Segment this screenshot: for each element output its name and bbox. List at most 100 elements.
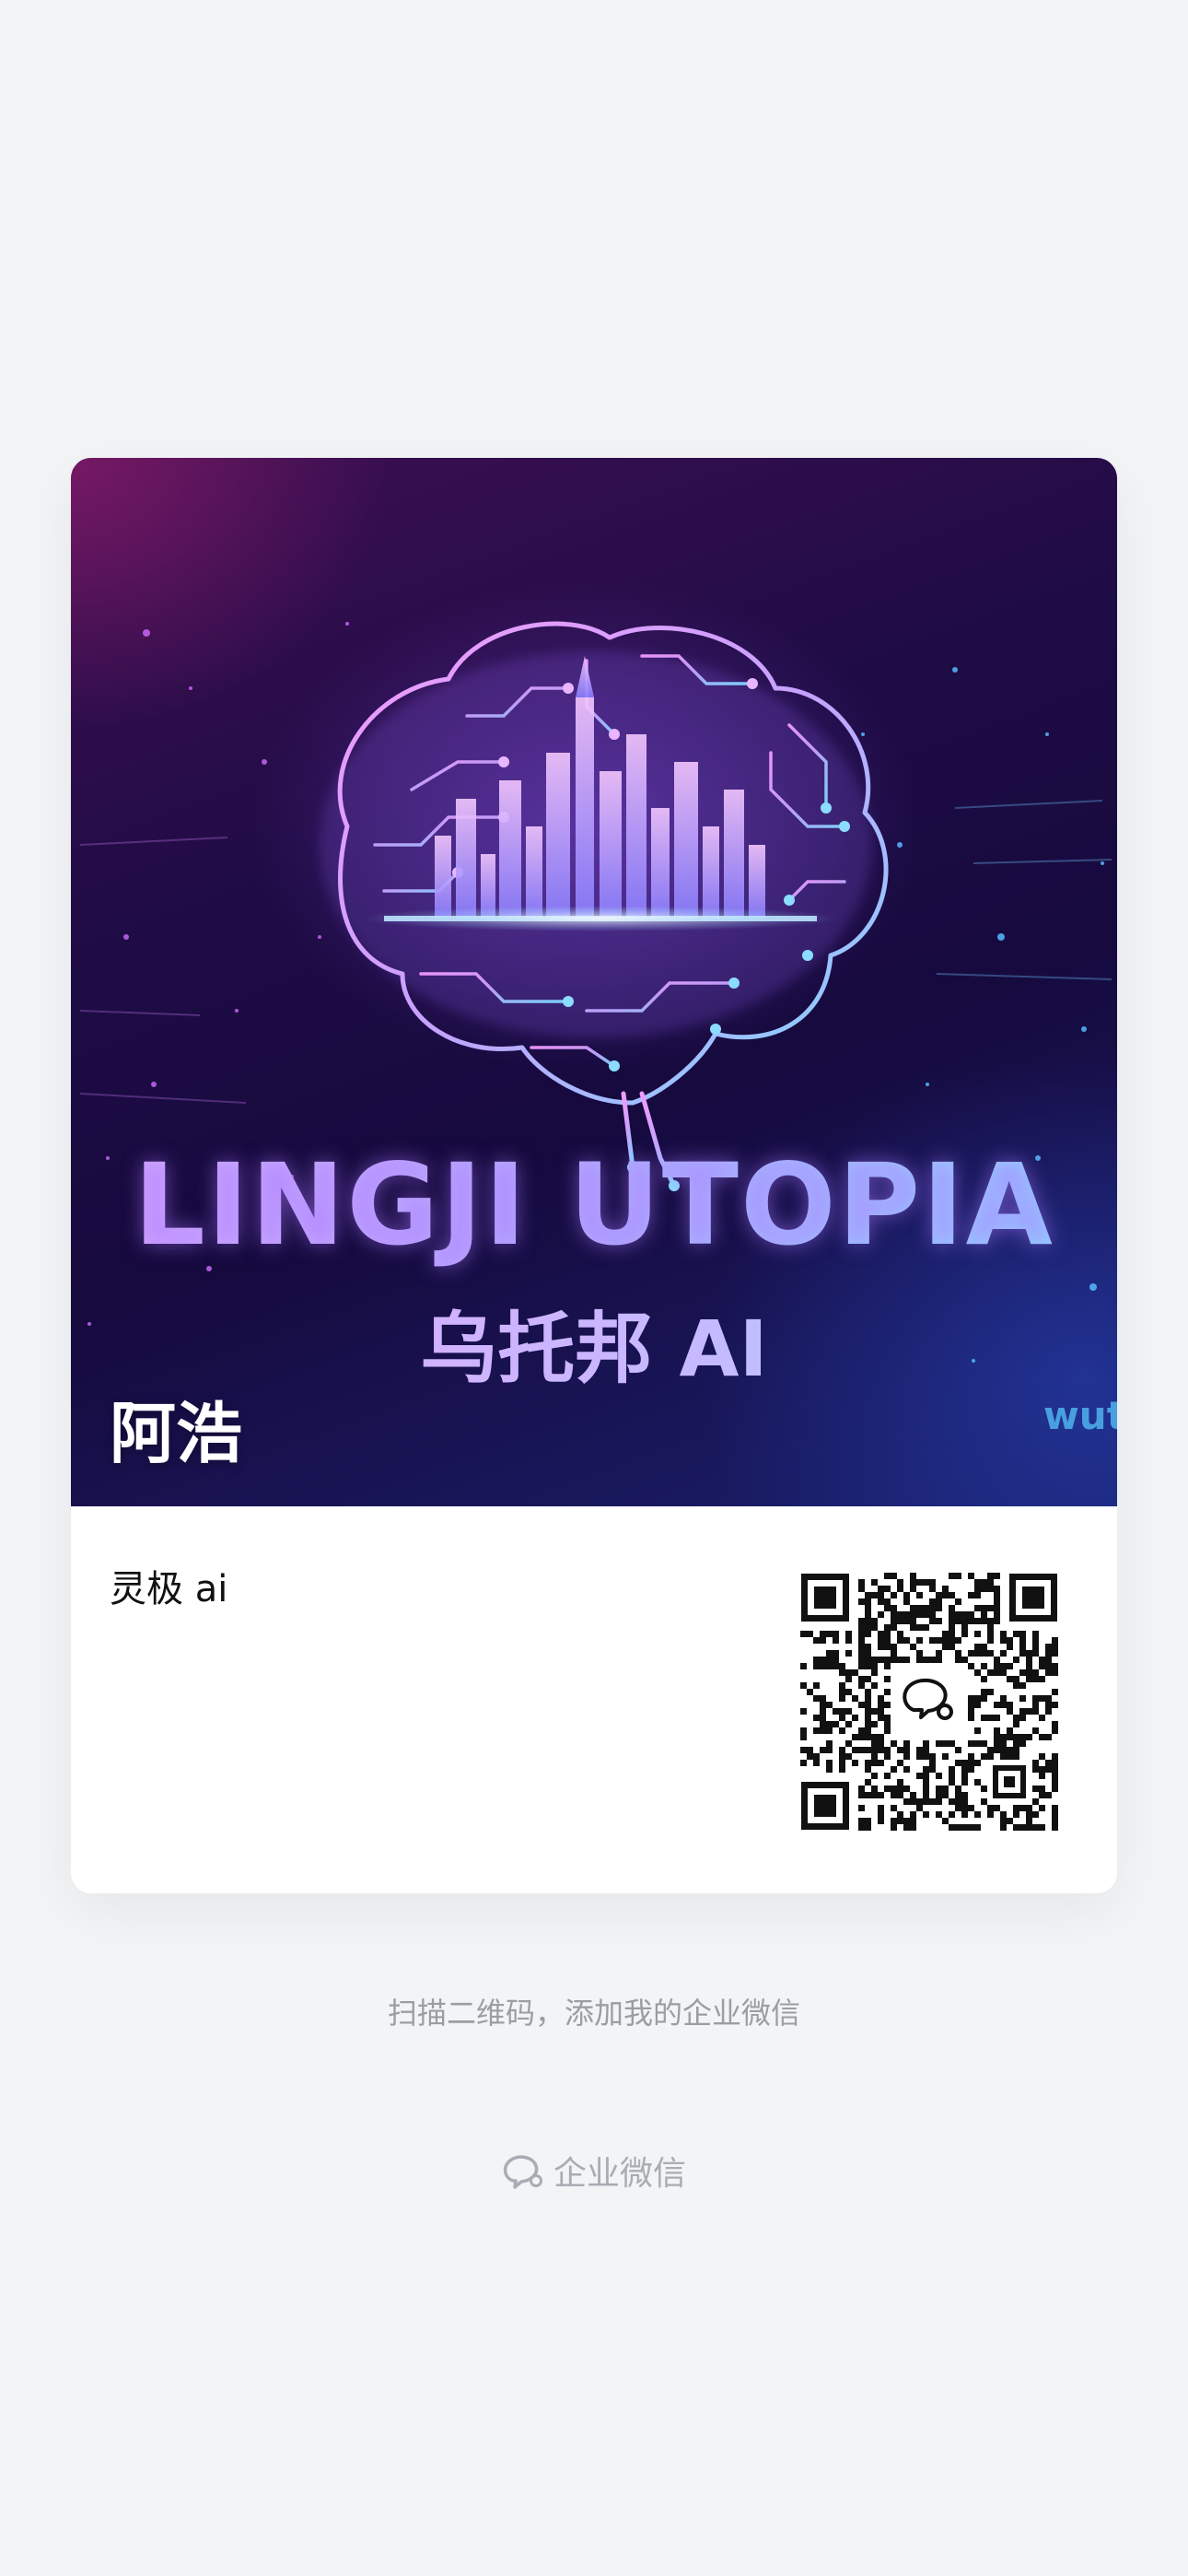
qr-module — [981, 1695, 987, 1702]
qr-module — [942, 1644, 949, 1650]
qr-module — [949, 1779, 955, 1786]
qr-module — [826, 1760, 833, 1766]
qr-module — [929, 1586, 936, 1592]
qr-module — [884, 1631, 891, 1637]
qr-module — [884, 1644, 891, 1650]
qr-module — [845, 1669, 852, 1676]
qr-module — [1052, 1753, 1058, 1760]
qr-module — [903, 1611, 910, 1618]
wecom-icon — [503, 2155, 542, 2189]
qr-module — [871, 1740, 878, 1747]
qr-module — [852, 1760, 858, 1766]
qr-module — [878, 1631, 884, 1637]
qr-module — [968, 1824, 974, 1831]
qr-module — [858, 1786, 865, 1792]
qr-module — [858, 1618, 865, 1624]
qr-module — [942, 1740, 949, 1747]
qr-module — [813, 1727, 820, 1734]
qr-module — [1026, 1663, 1032, 1669]
qr-module — [1007, 1676, 1013, 1682]
qr-module — [1032, 1650, 1039, 1657]
cover-title: LINGJI UTOPIA — [71, 1140, 1117, 1270]
qr-module — [942, 1792, 949, 1798]
qr-module — [961, 1798, 968, 1805]
qr-module — [903, 1592, 910, 1598]
wecom-icon — [899, 1671, 960, 1732]
qr-module — [820, 1657, 826, 1663]
qr-module — [878, 1811, 884, 1818]
qr-module — [1032, 1637, 1039, 1644]
qr-module — [955, 1786, 961, 1792]
qr-module — [929, 1579, 936, 1586]
qr-module — [1013, 1721, 1019, 1727]
qr-module — [1019, 1650, 1026, 1657]
qr-module — [839, 1663, 845, 1669]
qr-module — [858, 1734, 865, 1740]
qr-code[interactable] — [799, 1572, 1059, 1832]
qr-module — [903, 1598, 910, 1605]
qr-module — [974, 1727, 981, 1734]
qr-module — [1000, 1631, 1007, 1637]
qr-module — [1039, 1734, 1045, 1740]
qr-module — [968, 1618, 974, 1624]
qr-module — [871, 1747, 878, 1753]
qr-module — [826, 1663, 833, 1669]
qr-module — [968, 1715, 974, 1721]
qr-module — [981, 1663, 987, 1669]
qr-module — [1007, 1644, 1013, 1650]
qr-module — [1013, 1676, 1019, 1682]
qr-finder-top-left — [801, 1574, 849, 1622]
qr-module — [813, 1663, 820, 1669]
qr-module — [955, 1747, 961, 1753]
qr-module — [916, 1637, 923, 1644]
qr-module — [820, 1637, 826, 1644]
qr-module — [871, 1753, 878, 1760]
qr-module — [865, 1818, 871, 1824]
qr-module — [949, 1631, 955, 1637]
qr-module — [1019, 1695, 1026, 1702]
qr-module — [936, 1786, 942, 1792]
qr-module — [916, 1579, 923, 1586]
qr-module — [968, 1740, 974, 1747]
qr-module — [974, 1605, 981, 1611]
qr-module — [845, 1650, 852, 1657]
qr-module — [923, 1792, 929, 1798]
qr-module — [987, 1637, 994, 1644]
qr-module — [897, 1818, 903, 1824]
qr-module — [826, 1747, 833, 1753]
qr-module — [994, 1702, 1000, 1708]
qr-module — [968, 1592, 974, 1598]
qr-module — [949, 1824, 955, 1831]
qr-module — [891, 1650, 897, 1657]
qr-module — [865, 1734, 871, 1740]
qr-module — [1039, 1786, 1045, 1792]
qr-module — [1019, 1637, 1026, 1644]
qr-module — [839, 1695, 845, 1702]
qr-module — [858, 1650, 865, 1657]
qr-module — [813, 1695, 820, 1702]
qr-module — [929, 1766, 936, 1773]
qr-module — [813, 1637, 820, 1644]
qr-module — [955, 1611, 961, 1618]
qr-module — [1032, 1727, 1039, 1734]
qr-module — [949, 1773, 955, 1779]
qr-module — [839, 1689, 845, 1695]
qr-module — [1032, 1798, 1039, 1805]
qr-module — [1052, 1669, 1058, 1676]
qr-module — [1052, 1689, 1058, 1695]
qr-module — [871, 1592, 878, 1598]
qr-module — [1007, 1734, 1013, 1740]
qr-module — [1013, 1747, 1019, 1753]
qr-module — [968, 1702, 974, 1708]
qr-module — [1000, 1663, 1007, 1669]
qr-module — [961, 1657, 968, 1663]
qr-module — [820, 1721, 826, 1727]
qr-module — [833, 1637, 839, 1644]
qr-module — [865, 1779, 871, 1786]
qr-module — [955, 1760, 961, 1766]
qr-module — [884, 1598, 891, 1605]
qr-module — [955, 1618, 961, 1624]
qr-module — [955, 1798, 961, 1805]
qr-module — [884, 1773, 891, 1779]
qr-module — [865, 1624, 871, 1631]
